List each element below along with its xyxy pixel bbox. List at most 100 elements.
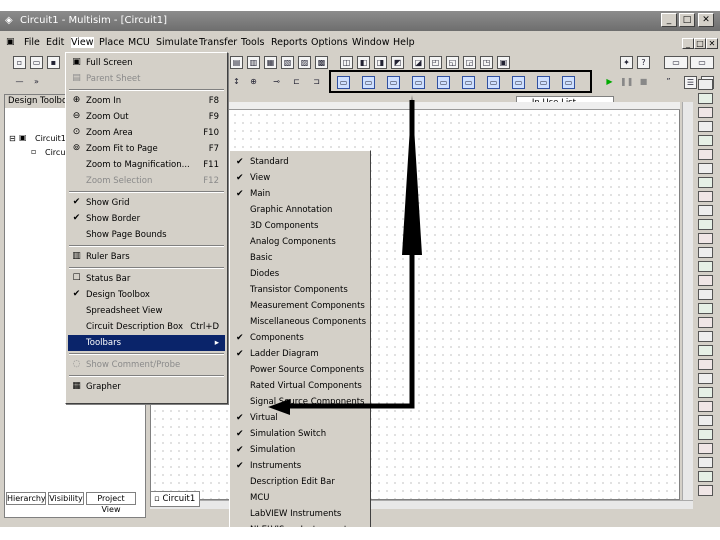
menu-simulate[interactable]: Simulate xyxy=(156,37,198,48)
instrument-icon[interactable] xyxy=(698,135,713,146)
toolbar-toggle-simulation-switch[interactable]: ✔ Simulation Switch xyxy=(232,426,369,442)
toolbar-toggle-transistor-components[interactable]: Transistor Components xyxy=(232,282,369,298)
toolbar-toggle-instruments[interactable]: ✔ Instruments xyxy=(232,458,369,474)
save-icon[interactable]: ▪ xyxy=(47,56,60,69)
instrument-icon[interactable] xyxy=(698,93,713,104)
menu-view[interactable]: View xyxy=(71,37,94,48)
toolbar-icon-n[interactable]: ◲ xyxy=(463,56,476,69)
doc-icon[interactable]: ▣ xyxy=(6,37,15,47)
view-menu-item-zoom-fit-to-page[interactable]: ⊚ Zoom Fit to Page F7 xyxy=(68,141,225,157)
toolbar-icon-y[interactable]: ⊐ xyxy=(310,76,323,89)
toolbar-toggle-basic[interactable]: Basic xyxy=(232,250,369,266)
tree-root[interactable]: Circuit1 xyxy=(35,134,66,143)
view-menu-item-grapher[interactable]: ▦ Grapher xyxy=(68,379,225,395)
instrument-icon[interactable] xyxy=(698,233,713,244)
toolbar-icon-o[interactable]: ◳ xyxy=(480,56,493,69)
tab-hierarchy[interactable]: Hierarchy xyxy=(6,492,46,505)
menu-transfer[interactable]: Transfer xyxy=(199,37,237,48)
toolbar-icon-e[interactable]: ▨ xyxy=(298,56,311,69)
instrument-icon[interactable] xyxy=(698,177,713,188)
instrument-icon[interactable] xyxy=(698,205,713,216)
toolbar-icon-c[interactable]: ▦ xyxy=(264,56,277,69)
view-menu-item-show-grid[interactable]: ✔ Show Grid xyxy=(68,195,225,211)
mdi-close-button[interactable]: ✕ xyxy=(706,38,718,49)
menu-options[interactable]: Options xyxy=(311,37,348,48)
instrument-icon[interactable] xyxy=(698,107,713,118)
instrument-icon[interactable] xyxy=(698,303,713,314)
tree-expander[interactable]: ⊟ xyxy=(9,134,16,143)
help-icon[interactable]: ? xyxy=(637,56,650,69)
instrument-icon[interactable] xyxy=(698,415,713,426)
instrument-icon[interactable] xyxy=(698,401,713,412)
toolbar-toggle-main[interactable]: ✔ Main xyxy=(232,186,369,202)
toolbar-toggle-ni-elvismx-instruments[interactable]: NI ELVISmx Instruments xyxy=(232,522,369,527)
instrument-icon[interactable] xyxy=(698,149,713,160)
toolbar-icon-b[interactable]: ▥ xyxy=(247,56,260,69)
toolbar-toggle-virtual[interactable]: ✔ Virtual xyxy=(232,410,369,426)
instrument-icon[interactable] xyxy=(698,429,713,440)
toolbar-toggle-3d-components[interactable]: 3D Components xyxy=(232,218,369,234)
sheet-tab[interactable]: ▫ Circuit1 xyxy=(150,491,200,507)
instrument-icon[interactable] xyxy=(698,121,713,132)
instrument-icon[interactable] xyxy=(698,317,713,328)
new-icon[interactable]: ▫ xyxy=(13,56,26,69)
menu-mcu[interactable]: MCU xyxy=(128,37,150,48)
menu-help[interactable]: Help xyxy=(393,37,415,48)
toolbar-icon-s[interactable]: — xyxy=(13,76,26,89)
menu-reports[interactable]: Reports xyxy=(271,37,307,48)
instrument-icon[interactable] xyxy=(698,345,713,356)
toolbar-toggle-ladder-diagram[interactable]: ✔ Ladder Diagram xyxy=(232,346,369,362)
instrument-icon[interactable] xyxy=(698,163,713,174)
instrument-icon[interactable] xyxy=(698,387,713,398)
view-menu-item-zoom-to-magnification[interactable]: Zoom to Magnification... F11 xyxy=(68,157,225,173)
toolbar-toggle-graphic-annotation[interactable]: Graphic Annotation xyxy=(232,202,369,218)
view-menu-item-ruler-bars[interactable]: ▥ Ruler Bars xyxy=(68,249,225,265)
toolbar-icon-aa[interactable]: ☰ xyxy=(684,76,697,89)
toolbar-icon-w[interactable]: ⊸ xyxy=(270,76,283,89)
toolbar-icon-p[interactable]: ▣ xyxy=(497,56,510,69)
view-menu-item-status-bar[interactable]: ☐ Status Bar xyxy=(68,271,225,287)
stop-simulation-icon[interactable]: ■ xyxy=(637,76,650,89)
view-menu-item-circuit-description-box[interactable]: Circuit Description Box Ctrl+D xyxy=(68,319,225,335)
menu-tools[interactable]: Tools xyxy=(241,37,264,48)
view-menu-item-zoom-area[interactable]: ⊙ Zoom Area F10 xyxy=(68,125,225,141)
instrument-icon[interactable] xyxy=(698,247,713,258)
toolbar-toggle-labview-instruments[interactable]: LabVIEW Instruments xyxy=(232,506,369,522)
instrument-icon[interactable] xyxy=(698,359,713,370)
view-menu-item-zoom-in[interactable]: ⊕ Zoom In F8 xyxy=(68,93,225,109)
toolbar-icon-t[interactable]: » xyxy=(30,76,43,89)
instrument-icon[interactable] xyxy=(698,289,713,300)
tab-project-view[interactable]: Project View xyxy=(86,492,136,514)
instrument-icon[interactable] xyxy=(698,471,713,482)
instrument-icon[interactable] xyxy=(698,485,713,496)
view-menu-item-show-border[interactable]: ✔ Show Border xyxy=(68,211,225,227)
instrument-icon[interactable] xyxy=(698,331,713,342)
instrument-icon[interactable] xyxy=(698,443,713,454)
toolbar-toggle-measurement-components[interactable]: Measurement Components xyxy=(232,298,369,314)
toolbar-toggle-diodes[interactable]: Diodes xyxy=(232,266,369,282)
mdi-restore-button[interactable]: □ xyxy=(694,38,706,49)
toolbar-icon-g[interactable]: ◫ xyxy=(340,56,353,69)
view-menu-item-show-page-bounds[interactable]: Show Page Bounds xyxy=(68,227,225,243)
run-simulation-icon[interactable]: ▶ xyxy=(603,76,616,89)
instrument-icon[interactable] xyxy=(698,275,713,286)
toolbar-icon-k[interactable]: ◪ xyxy=(412,56,425,69)
toolbar-toggle-components[interactable]: ✔ Components xyxy=(232,330,369,346)
instrument-icon[interactable] xyxy=(698,79,713,90)
toolbar-icon-v[interactable]: ⊕ xyxy=(247,76,260,89)
toolbar-icon-u[interactable]: ↕ xyxy=(230,76,243,89)
instrument-icon[interactable] xyxy=(698,373,713,384)
toolbar-icon-m[interactable]: ◱ xyxy=(446,56,459,69)
view-menu-item-spreadsheet-view[interactable]: Spreadsheet View xyxy=(68,303,225,319)
maximize-button[interactable]: □ xyxy=(679,13,695,27)
toolbar-toggle-view[interactable]: ✔ View xyxy=(232,170,369,186)
menu-place[interactable]: Place xyxy=(99,37,124,48)
toolbar-icon-x[interactable]: ⊏ xyxy=(290,76,303,89)
toolbar-toggle-mcu[interactable]: MCU xyxy=(232,490,369,506)
view-menu-item-full-screen[interactable]: ▣ Full Screen xyxy=(68,55,225,71)
toolbar-icon-h[interactable]: ◧ xyxy=(357,56,370,69)
toolbar-icon-r[interactable]: ▭ xyxy=(690,56,714,69)
vertical-scrollbar[interactable] xyxy=(682,102,693,500)
pause-simulation-icon[interactable]: ❚❚ xyxy=(620,76,633,89)
minimize-button[interactable]: _ xyxy=(661,13,677,27)
